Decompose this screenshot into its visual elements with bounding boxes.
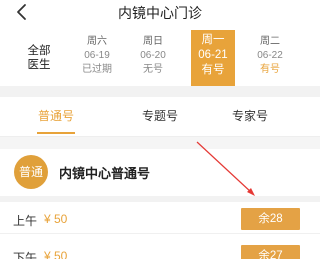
day-date: 06-20 [140, 50, 166, 61]
separator [0, 196, 320, 202]
book-slot-button[interactable]: 余27 [241, 245, 300, 259]
day-option-0622[interactable]: 周二 06-22 有号 [248, 30, 292, 86]
tab-label: 专题号 [141, 109, 178, 123]
day-option-0619[interactable]: 周六 06-19 已过期 [75, 30, 119, 86]
day-status: 无号 [143, 64, 163, 75]
page-title: 内镜中心门诊 [118, 5, 202, 21]
day-weekday: 周六 [87, 36, 107, 47]
ticket-type-badge: 普通 [14, 155, 48, 189]
tab-label: 专家号 [231, 109, 268, 123]
time-slot-row: 上午 ¥ 50 余28 [0, 204, 320, 234]
clinic-name: 内镜中心普通号 [59, 166, 151, 181]
day-option-0620[interactable]: 周日 06-20 无号 [131, 30, 175, 86]
slot-period: 上午 [13, 214, 38, 228]
tab-expert[interactable]: 专家号 [212, 97, 288, 137]
day-weekday: 周二 [260, 36, 280, 47]
day-weekday: 周日 [143, 36, 163, 47]
separator [0, 86, 320, 97]
day-option-0621[interactable]: 周一 06-21 有号 [191, 30, 235, 86]
day-status: 已过期 [82, 64, 112, 75]
day-weekday: 周一 [201, 34, 225, 46]
all-doctors-filter[interactable]: 全部医生 [24, 44, 54, 72]
day-date: 06-22 [257, 50, 283, 61]
tab-label: 普通号 [37, 109, 74, 123]
book-slot-button[interactable]: 余28 [241, 208, 300, 230]
active-tab-indicator [37, 132, 75, 134]
slot-price: ¥ 50 [44, 212, 68, 226]
separator [0, 137, 320, 149]
slot-price: ¥ 50 [44, 249, 68, 259]
slot-period: 下午 [13, 251, 38, 259]
day-status: 有号 [260, 64, 280, 75]
top-bar: 内镜中心门诊 [0, 0, 320, 26]
date-selector: 全部医生 周六 06-19 已过期 周日 06-20 无号 周一 06-21 有… [0, 30, 320, 86]
day-date: 06-19 [84, 50, 110, 61]
ticket-type-tabs: 普通号 专题号 专家号 [0, 97, 320, 137]
day-date: 06-21 [198, 49, 228, 61]
tab-special[interactable]: 专题号 [122, 97, 198, 137]
time-slot-row: 下午 ¥ 50 余27 [0, 241, 320, 259]
clinic-section-header: 普通 内镜中心普通号 [0, 149, 320, 195]
day-status: 有号 [201, 64, 225, 76]
tab-regular[interactable]: 普通号 [18, 97, 94, 137]
